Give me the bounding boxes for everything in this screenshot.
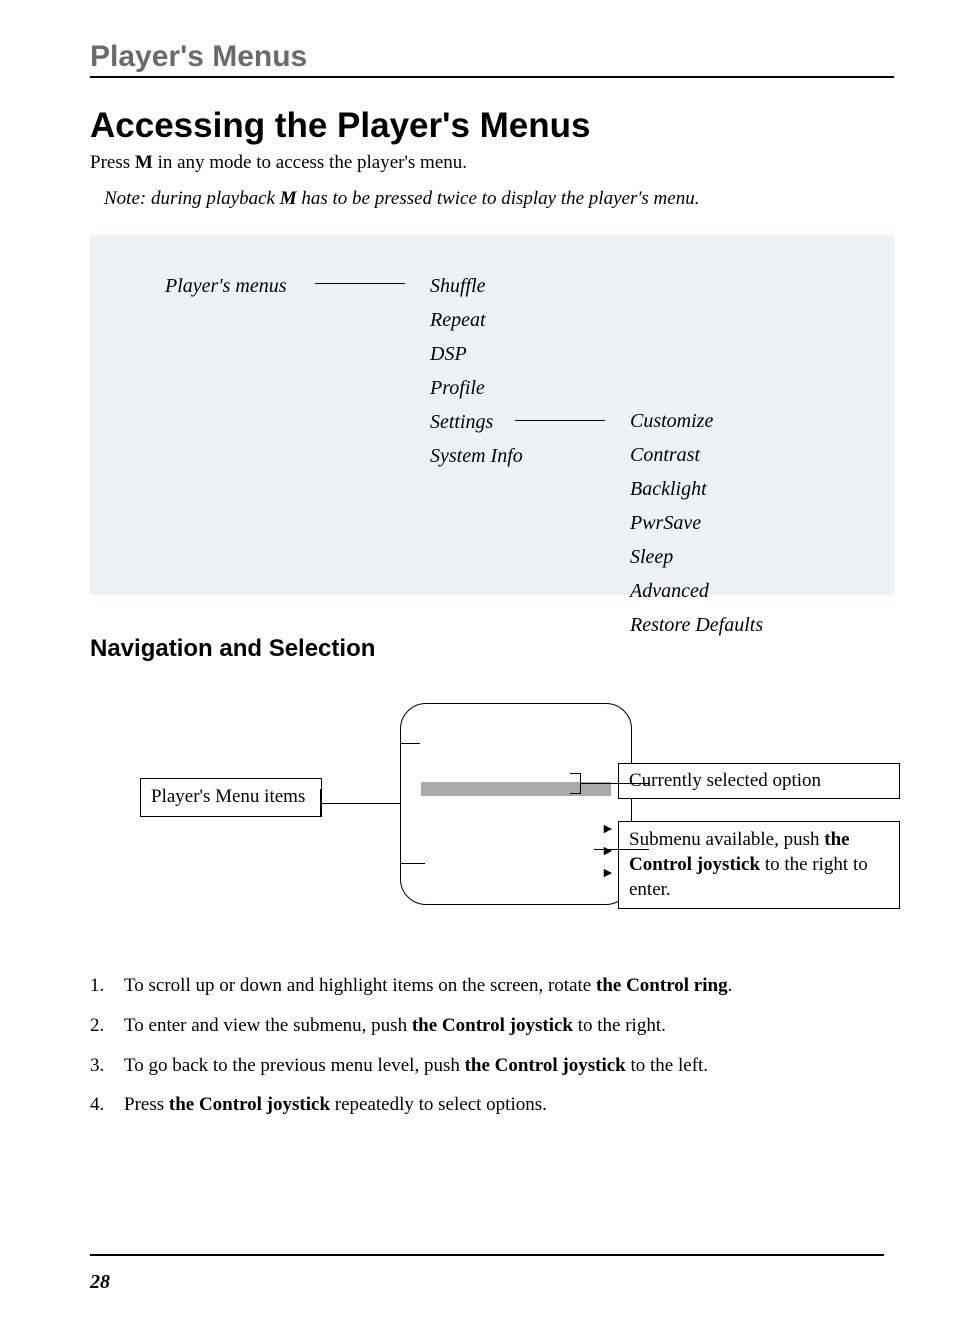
connector-line	[580, 773, 581, 793]
menu-item: PwrSave	[630, 506, 763, 540]
label-submenu-available: Submenu available, push the Control joys…	[618, 821, 900, 909]
step: 4. Press the Control joystick repeatedly…	[90, 1092, 894, 1118]
text: To enter and view the submenu, push	[124, 1015, 412, 1036]
menu-item: Advanced	[630, 574, 763, 608]
key-m: M	[135, 152, 153, 173]
step-number: 4.	[90, 1092, 124, 1118]
menu-root: Player's menus	[165, 269, 286, 303]
connector-line	[570, 773, 581, 774]
text-bold: the Control ring	[596, 975, 728, 996]
menu-item: Profile	[430, 371, 523, 405]
step-text: To go back to the previous menu level, p…	[124, 1053, 708, 1079]
text: has to be pressed twice to display the p…	[297, 188, 700, 209]
text-bold: the Control joystick	[465, 1055, 626, 1076]
menu-level1: Shuffle Repeat DSP Profile Settings Syst…	[430, 269, 523, 473]
connector-line	[400, 743, 401, 863]
step-number: 1.	[90, 973, 124, 999]
page-number: 28	[90, 1271, 110, 1294]
text: repeatedly to select options.	[330, 1094, 547, 1115]
menu-item: Restore Defaults	[630, 608, 763, 642]
menu-item: DSP	[430, 337, 523, 371]
screen-outline: ► ► ►	[400, 703, 632, 905]
connector-line	[400, 863, 425, 864]
screen-row	[421, 740, 611, 754]
text: Press	[90, 152, 135, 173]
step-text: To enter and view the submenu, push the …	[124, 1013, 666, 1039]
page: Player's Menus Accessing the Player's Me…	[0, 0, 954, 1340]
menu-item: Settings	[430, 405, 523, 439]
text: Note: during playback	[104, 188, 280, 209]
submenu-arrow-icon: ►	[601, 820, 615, 836]
label-currently-selected: Currently selected option	[618, 763, 900, 799]
step: 1. To scroll up or down and highlight it…	[90, 973, 894, 999]
menu-item: Backlight	[630, 472, 763, 506]
label-players-menu-items: Player's Menu items	[140, 778, 322, 817]
screen-row-highlight	[421, 782, 611, 796]
footer-rule	[90, 1254, 884, 1256]
text: To scroll up or down and highlight items…	[124, 975, 596, 996]
submenu-arrow-icon: ►	[601, 864, 615, 880]
connector-line	[315, 283, 405, 284]
steps-list: 1. To scroll up or down and highlight it…	[90, 973, 894, 1118]
text: to the left.	[626, 1055, 708, 1076]
note: Note: during playback M has to be presse…	[104, 186, 894, 212]
step-number: 2.	[90, 1013, 124, 1039]
step: 3. To go back to the previous menu level…	[90, 1053, 894, 1079]
step-number: 3.	[90, 1053, 124, 1079]
step-text: To scroll up or down and highlight items…	[124, 973, 732, 999]
menu-item: Customize	[630, 404, 763, 438]
text-bold: the Control joystick	[169, 1094, 330, 1115]
menu-tree-box: Player's menus Shuffle Repeat DSP Profil…	[90, 235, 894, 595]
menu-item: Sleep	[630, 540, 763, 574]
connector-line	[580, 783, 650, 784]
key-m: M	[280, 188, 297, 209]
connector-line	[570, 793, 581, 794]
heading-1: Accessing the Player's Menus	[90, 106, 894, 146]
menu-item: System Info	[430, 439, 523, 473]
submenu-arrow-icon: ►	[601, 842, 615, 858]
text: Submenu available, push	[629, 829, 824, 850]
text: to the right.	[573, 1015, 666, 1036]
menu-item: Shuffle	[430, 269, 523, 303]
step: 2. To enter and view the submenu, push t…	[90, 1013, 894, 1039]
text: To go back to the previous menu level, p…	[124, 1055, 465, 1076]
screen-row	[421, 806, 611, 820]
menu-item: Repeat	[430, 303, 523, 337]
connector-line	[400, 743, 420, 744]
step-text: Press the Control joystick repeatedly to…	[124, 1092, 547, 1118]
connector-line	[320, 803, 400, 804]
text: .	[728, 975, 733, 996]
text: in any mode to access the player's menu.	[153, 152, 467, 173]
heading-2: Navigation and Selection	[90, 635, 894, 663]
menu-item: Contrast	[630, 438, 763, 472]
intro-paragraph: Press M in any mode to access the player…	[90, 150, 894, 176]
navigation-diagram: ► ► ► Player's Menu items Currently sele…	[90, 703, 894, 933]
menu-level2: Customize Contrast Backlight PwrSave Sle…	[630, 404, 763, 642]
text-bold: the Control joystick	[412, 1015, 573, 1036]
connector-line	[594, 849, 649, 850]
chapter-title: Player's Menus	[90, 40, 894, 78]
connector-line	[515, 420, 605, 421]
text: Press	[124, 1094, 169, 1115]
